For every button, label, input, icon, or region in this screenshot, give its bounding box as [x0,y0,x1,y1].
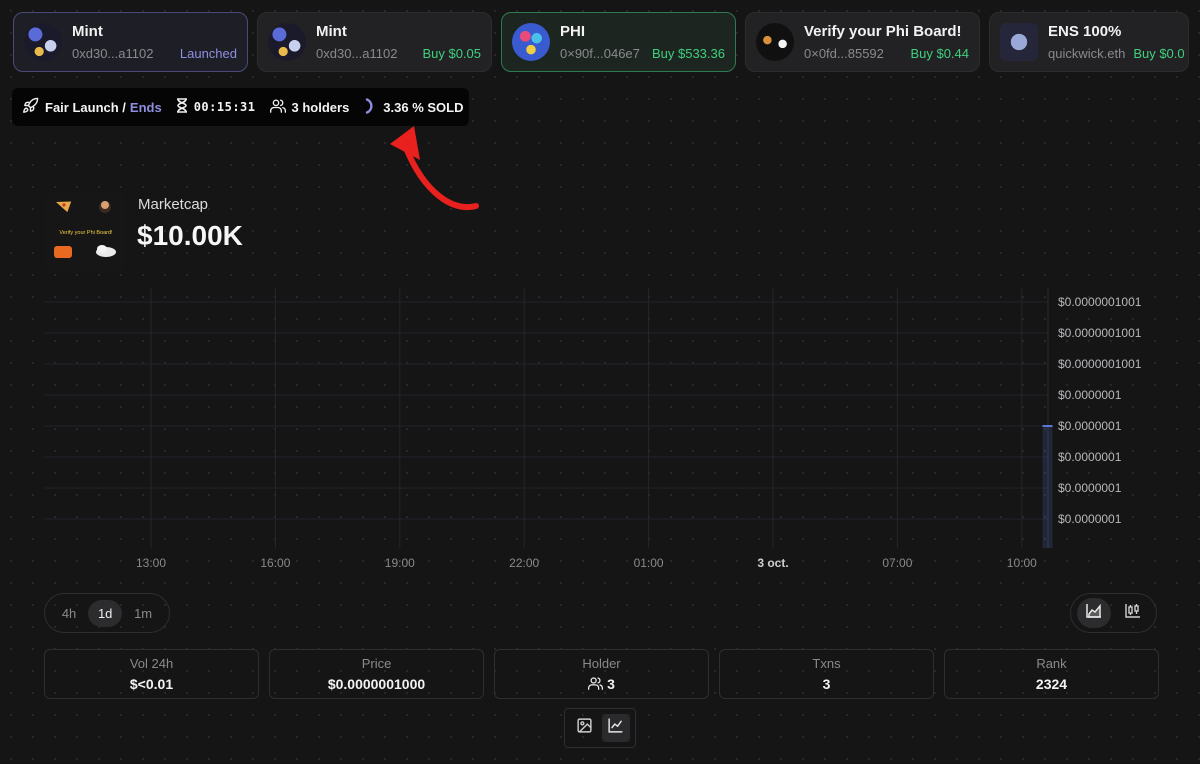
token-card-mint-launched[interactable]: Mint 0xd30...a1102 Launched [13,12,248,72]
progress-ring-icon [363,97,377,117]
token-card-title: Mint [316,23,347,40]
y-tick-label: $0.0000001001 [1058,326,1142,340]
sold-progress: 3.36 % SOLD [363,97,464,117]
token-cards-row: Mint 0xd30...a1102 Launched Mint 0xd30..… [13,12,1189,72]
token-image-caption: Verify your Phi Board! [59,230,113,236]
stat-value: $0.0000001000 [327,676,426,692]
holders-count: 3 holders [291,99,350,115]
timeframe-4h-button[interactable]: 4h [52,600,86,627]
timeframe-1m-button[interactable]: 1m [124,600,162,627]
stat-rank: Rank 2324 [944,649,1159,699]
stat-value: 2324 [1035,676,1068,692]
chart-type-selector [1070,593,1157,633]
stat-label: Txns [812,656,841,671]
sold-percent: 3.36 % SOLD [383,99,464,115]
token-card-address: 0xd30...a1102 [72,46,154,61]
token-card-title: Mint [72,23,103,40]
y-tick-label: $0.0000001 [1058,419,1122,433]
token-card-buy-price: Buy $0.05 [422,46,481,61]
token-stats: Vol 24h $<0.01 Price $0.0000001000 Holde… [44,649,1159,699]
timeframe-1d-button[interactable]: 1d [87,599,123,627]
token-card-ens[interactable]: ENS 100% quickwick.eth Buy $0.0 [989,12,1189,72]
y-tick-label: $0.0000001001 [1058,357,1142,371]
timeframe-selector: 4h 1d 1m [44,593,170,633]
x-tick-label: 3 oct. [757,556,788,570]
candlestick-chart-button[interactable] [1116,598,1150,628]
token-thumbnail [512,23,550,61]
token-card-title: Verify your Phi Board! [804,23,962,40]
area-chart-icon [1086,603,1102,623]
stat-price: Price $0.0000001000 [269,649,484,699]
token-thumbnail [1000,23,1038,61]
token-card-verify-phi-board[interactable]: Verify your Phi Board! 0×0fd...85592 Buy… [745,12,980,72]
token-thumbnail [24,23,62,61]
red-arrow-annotation [390,126,479,210]
chart-view-button[interactable] [601,714,630,742]
view-switch [564,708,636,748]
token-card-address: 0×90f...046e7 [560,46,640,61]
token-card-address: 0xd30...a1102 [316,46,398,61]
token-card-address: quickwick.eth [1048,46,1126,61]
token-card-buy-price: Buy $533.36 [651,46,725,61]
token-card-title: ENS 100% [1048,23,1122,40]
x-tick-label: 19:00 [385,556,415,570]
stat-txns: Txns 3 [719,649,934,699]
stat-holder: Holder 3 [494,649,709,699]
stat-label: Rank [1036,656,1067,671]
x-tick-label: 16:00 [260,556,290,570]
x-tick-label: 01:00 [634,556,664,570]
holders-info: 3 holders [269,98,350,116]
fair-launch-label: Fair Launch / [45,99,126,115]
token-card-status: Launched [179,46,237,61]
stat-value: 3 [607,676,615,692]
candlestick-icon [1125,603,1141,623]
token-image: Verify your Phi Board! [46,192,126,272]
y-tick-label: $0.0000001 [1058,512,1122,526]
stat-value: $<0.01 [129,676,174,692]
area-chart-button[interactable] [1077,598,1112,628]
token-card-address: 0×0fd...85592 [804,46,884,61]
users-icon [269,98,286,116]
chart-bar [1042,426,1053,548]
token-card-buy-price: Buy $0.0 [1133,46,1185,61]
y-tick-label: $0.0000001 [1058,450,1122,464]
x-tick-label: 10:00 [1007,556,1037,570]
y-tick-label: $0.0000001001 [1058,295,1142,309]
image-icon [576,717,593,739]
marketcap-value: $10.00K [137,220,243,251]
ends-label: Ends [129,99,162,115]
fair-launch-info: Fair Launch / Ends [22,97,162,117]
x-tick-label: 22:00 [509,556,539,570]
stat-label: Vol 24h [129,656,174,671]
stat-value: 3 [822,676,831,692]
stat-label: Price [361,656,392,671]
marketcap-label: Marketcap [138,196,209,213]
x-tick-label: 13:00 [136,556,166,570]
x-tick-label: 07:00 [882,556,912,570]
hourglass-icon [176,98,188,116]
countdown-timer: 00:15:31 [176,98,256,116]
timer-value: 00:15:31 [193,100,256,114]
users-icon [588,676,604,693]
line-chart-icon [607,717,624,739]
y-tick-label: $0.0000001 [1058,481,1122,495]
stat-label: Holder [582,655,621,671]
image-view-button[interactable] [571,714,599,742]
token-thumbnail [756,23,794,61]
token-thumbnail [268,23,306,61]
stat-volume-24h: Vol 24h $<0.01 [44,649,259,699]
token-card-phi[interactable]: PHI 0×90f...046e7 Buy $533.36 [501,12,736,72]
y-tick-label: $0.0000001 [1058,388,1122,402]
token-card-mint[interactable]: Mint 0xd30...a1102 Buy $0.05 [257,12,492,72]
token-card-buy-price: Buy $0.44 [910,46,969,61]
rocket-icon [22,97,39,117]
price-chart[interactable]: 13:00 16:00 19:00 22:00 01:00 3 oct. 07:00 10:0… [44,288,1156,578]
token-card-title: PHI [560,23,586,40]
